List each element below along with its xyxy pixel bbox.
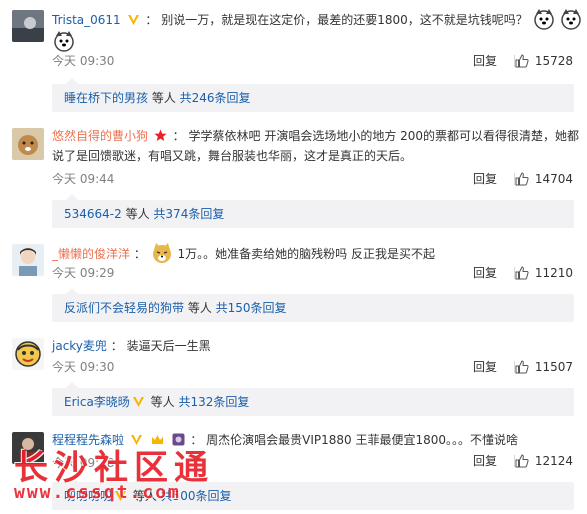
comment-time: 今天 09:29 [52,266,115,280]
red-star-icon [154,129,167,141]
comment-text: 1万。。她准备卖给她的脑残粉吗 反正我是买不起 [177,247,435,261]
verified-v-icon [127,15,139,25]
thumbs-up-icon [515,454,529,468]
colon: ： [145,13,158,27]
sub-reply-count[interactable]: 共374条回复 [153,207,224,221]
sub-reply-count[interactable]: 共150条回复 [216,301,287,315]
husky-emoji-icon [54,31,74,52]
like-count: 11210 [534,266,573,280]
colon: ： [110,339,123,353]
sub-reply-user[interactable]: 睡在桥下的男孩 [64,91,148,105]
husky-emoji-icon [561,9,582,30]
reply-button[interactable]: 回复 [473,170,497,188]
like-count: 11507 [534,360,573,374]
comment-text: 周杰伦演唱会最贵VIP1880 王菲最便宜1800。。。不懂说啥 [206,433,519,447]
like-button[interactable]: 11210 [515,264,573,282]
box-arrow [66,194,78,200]
avatar[interactable] [12,128,44,160]
sub-reply-user[interactable]: 反派们不会轻易的狗带 [64,301,184,315]
avatar-image [12,244,44,276]
sub-reply-count[interactable]: 共132条回复 [178,395,249,409]
avatar-image [12,338,44,370]
colon: ： [133,247,146,261]
avatar-image [12,10,44,42]
like-button[interactable]: 11507 [515,358,573,376]
box-arrow [66,288,78,294]
comment-text: 学学蔡依林吧 开演唱会选场地小的地方 200的票都可以看得很清楚，她都 [188,129,580,143]
colon: ： [172,129,185,143]
reply-button[interactable]: 回复 [473,264,497,282]
husky-emoji-icon [533,9,554,30]
comment-time: 今天 09:30 [52,54,115,68]
doge-emoji-icon [152,243,171,263]
sub-reply-mid: 等人 [148,91,180,105]
avatar[interactable] [12,10,44,42]
reply-button[interactable]: 回复 [473,358,497,376]
sub-replies-box[interactable]: 534664-2 等人 共374条回复 [52,194,574,228]
like-button[interactable]: 14704 [515,170,573,188]
like-count: 15728 [534,54,573,68]
username[interactable]: _懒懒的俊洋洋 [52,247,130,261]
like-count: 14704 [534,172,573,186]
avatar-image [12,128,44,160]
sub-reply-mid: 等人 [146,395,179,409]
verified-v-icon [132,397,144,407]
sub-reply-user[interactable]: Erica李晓旸 [64,395,130,409]
like-button[interactable]: 12124 [515,452,573,470]
thumbs-up-icon [515,266,529,280]
sub-reply-count[interactable]: 共246条回复 [180,91,251,105]
username[interactable]: Trista_0611 [52,13,121,27]
comment-time: 今天 09:44 [52,172,115,186]
watermark-url: www.cssqt.com [14,482,181,503]
avatar[interactable] [12,338,44,370]
sub-replies-box[interactable]: 睡在桥下的男孩 等人 共246条回复 [52,78,574,112]
comment-text-line2: 说了是回馈歌迷，有唱又跳，舞台服装也华丽，这才是真正的天后。 [52,149,413,163]
thumbs-up-icon [515,360,529,374]
like-button[interactable]: 15728 [515,52,573,70]
sub-replies-box[interactable]: Erica李晓旸 等人 共132条回复 [52,382,574,416]
comment-text: 装逼天后一生黑 [126,339,211,353]
avatar[interactable] [12,244,44,276]
thumbs-up-icon [515,54,529,68]
reply-button[interactable]: 回复 [473,452,497,470]
comment-time: 今天 09:30 [52,360,115,374]
comment-text: 别说一万，就是现在这定价，最差的还要1800，这不就是坑钱呢吗？ [161,13,528,27]
sub-reply-mid: 等人 [184,301,216,315]
sub-replies-box[interactable]: 反派们不会轻易的狗带 等人 共150条回复 [52,288,574,322]
sub-reply-mid: 等人 [121,207,154,221]
sub-reply-user[interactable]: 534664-2 [64,207,122,221]
box-arrow [66,382,78,388]
thumbs-up-icon [515,172,529,186]
username[interactable]: jacky麦兜 [52,339,107,353]
box-arrow [66,78,78,84]
reply-button[interactable]: 回复 [473,52,497,70]
username[interactable]: 悠然自得的曹小狗 [52,129,148,143]
like-count: 12124 [534,454,573,468]
